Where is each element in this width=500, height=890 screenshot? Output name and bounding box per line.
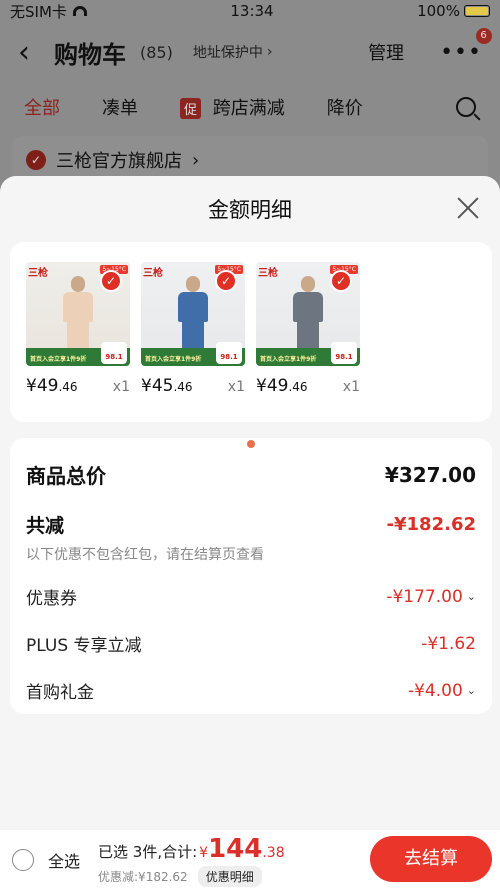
search-icon[interactable] — [456, 97, 476, 117]
chevron-right-icon: › — [192, 149, 200, 171]
selected-check-icon[interactable]: ✓ — [215, 270, 237, 292]
more-menu-button[interactable]: ••• 6 — [440, 27, 492, 65]
select-all-label[interactable]: 全选 — [48, 848, 80, 872]
model-figure — [60, 276, 96, 350]
promo-badge: 98.1 — [216, 342, 242, 364]
gift-value: -¥4.00 — [407, 680, 463, 701]
gift-row[interactable]: 首购礼金 -¥4.00 ⌄ — [26, 678, 476, 704]
status-bar: 无SIM卡 13:34 100% — [0, 0, 500, 22]
model-figure — [175, 276, 211, 350]
clock: 13:34 — [230, 2, 274, 20]
total-label: 商品总价 — [26, 464, 106, 488]
coupon-label: 优惠券 — [26, 589, 77, 609]
back-icon[interactable]: ‹ — [18, 35, 40, 70]
product-quantity: x1 — [112, 379, 130, 395]
selected-check-icon[interactable]: ✓ — [100, 270, 122, 292]
page-title: 购物车 — [54, 40, 126, 69]
discount-detail-button[interactable]: 优惠明细 — [197, 865, 262, 887]
product-image: 三枪 5~15°C ✓ 首页入会立享1件9折 98.1 — [26, 262, 130, 366]
close-icon[interactable] — [456, 196, 480, 220]
promo-text: 首页入会立享1件9折 — [30, 356, 87, 363]
product-image: 三枪 5~15°C ✓ 首页入会立享1件9折 98.1 — [256, 262, 360, 366]
store-name: 三枪官方旗舰店 — [56, 151, 182, 172]
product-list: 三枪 5~15°C ✓ 首页入会立享1件9折 98.1 ¥49.46 x1 三枪… — [10, 242, 492, 422]
gift-label: 首购礼金 — [26, 683, 94, 703]
address-protect-label: 地址保护中 — [192, 45, 263, 61]
cart-tabs: 全部 凑单 促 跨店满减 降价 — [0, 82, 500, 132]
cart-header: ‹ 购物车 (85) 地址保护中 › 管理 ••• 6 — [0, 22, 500, 82]
promo-tag: 促 — [180, 98, 202, 119]
selected-check-icon[interactable]: ✓ — [330, 270, 352, 292]
amount-detail-sheet: 金额明细 三枪 5~15°C ✓ 首页入会立享1件9折 98.1 ¥49.46 … — [0, 176, 500, 890]
carrier-label: 无SIM卡 — [10, 2, 67, 21]
notification-badge: 6 — [476, 27, 492, 44]
product-price: ¥45.46 — [141, 376, 193, 396]
brand-logo: 三枪 — [28, 268, 48, 279]
promo-text: 首页入会立享1件9折 — [145, 356, 202, 363]
discount-value: -¥182.62 — [386, 514, 476, 535]
total-amount-int: 144 — [208, 833, 263, 864]
coupon-value: -¥177.00 — [386, 586, 463, 607]
discount-note: 以下优惠不包含红包，请在结算页查看 — [26, 547, 264, 563]
promo-badge: 98.1 — [331, 342, 357, 364]
brand-logo: 三枪 — [143, 268, 163, 279]
product-quantity: x1 — [342, 379, 360, 395]
plus-value: -¥1.62 — [421, 633, 476, 654]
promo-text: 首页入会立享1件9折 — [260, 356, 317, 363]
product-image: 三枪 5~15°C ✓ 首页入会立享1件9折 98.1 — [141, 262, 245, 366]
tab-cross-store-label: 跨店满减 — [212, 98, 285, 119]
tab-all[interactable]: 全部 — [24, 94, 60, 120]
wifi-icon — [72, 6, 87, 16]
tab-combine[interactable]: 凑单 — [102, 94, 138, 120]
discount-label: 共减 — [26, 515, 65, 537]
tab-price-drop[interactable]: 降价 — [327, 94, 363, 120]
plus-label: PLUS 专享立减 — [26, 636, 142, 656]
product-price: ¥49.46 — [26, 376, 78, 396]
coupon-row[interactable]: 优惠券 -¥177.00 ⌄ — [26, 584, 476, 610]
brand-logo: 三枪 — [258, 268, 278, 279]
product-card[interactable]: 三枪 5~15°C ✓ 首页入会立享1件9折 98.1 ¥45.46 x1 — [141, 262, 245, 402]
store-check-icon[interactable]: ✓ — [26, 150, 46, 170]
chevron-right-icon: › — [266, 44, 273, 60]
model-figure — [290, 276, 326, 350]
selected-count: 已选 3件,合计: — [98, 842, 198, 861]
sheet-title: 金额明细 — [208, 198, 292, 222]
currency-symbol: ¥ — [199, 844, 209, 861]
tab-cross-store[interactable]: 促 跨店满减 — [180, 94, 285, 120]
chevron-down-icon: ⌄ — [466, 590, 476, 603]
checkout-button[interactable]: 去结算 — [370, 836, 492, 882]
total-value: ¥327.00 — [384, 462, 476, 487]
manage-button[interactable]: 管理 — [368, 39, 404, 65]
battery-percent: 100% — [417, 2, 460, 20]
cart-count: (85) — [140, 42, 173, 62]
total-summary: 已选 3件,合计: ¥ 144 .38 优惠减:¥182.62 优惠明细 — [98, 834, 285, 887]
page-indicator-dot — [247, 440, 255, 448]
chevron-down-icon: ⌄ — [466, 684, 476, 697]
address-protect-link[interactable]: 地址保护中 › — [193, 42, 273, 62]
amount-details-card: 商品总价 ¥327.00 共减 -¥182.62 以下优惠不包含红包，请在结算页… — [10, 438, 492, 714]
battery-icon — [463, 5, 490, 17]
saved-amount: 优惠减:¥182.62 — [98, 869, 188, 884]
product-card[interactable]: 三枪 5~15°C ✓ 首页入会立享1件9折 98.1 ¥49.46 x1 — [26, 262, 130, 402]
promo-badge: 98.1 — [101, 342, 127, 364]
product-quantity: x1 — [227, 379, 245, 395]
checkout-bar: 全选 已选 3件,合计: ¥ 144 .38 优惠减:¥182.62 优惠明细 … — [0, 830, 500, 890]
select-all-radio[interactable] — [12, 849, 34, 871]
total-amount-dec: .38 — [262, 844, 285, 861]
product-price: ¥49.46 — [256, 376, 308, 396]
product-card[interactable]: 三枪 5~15°C ✓ 首页入会立享1件9折 98.1 ¥49.46 x1 — [256, 262, 360, 402]
